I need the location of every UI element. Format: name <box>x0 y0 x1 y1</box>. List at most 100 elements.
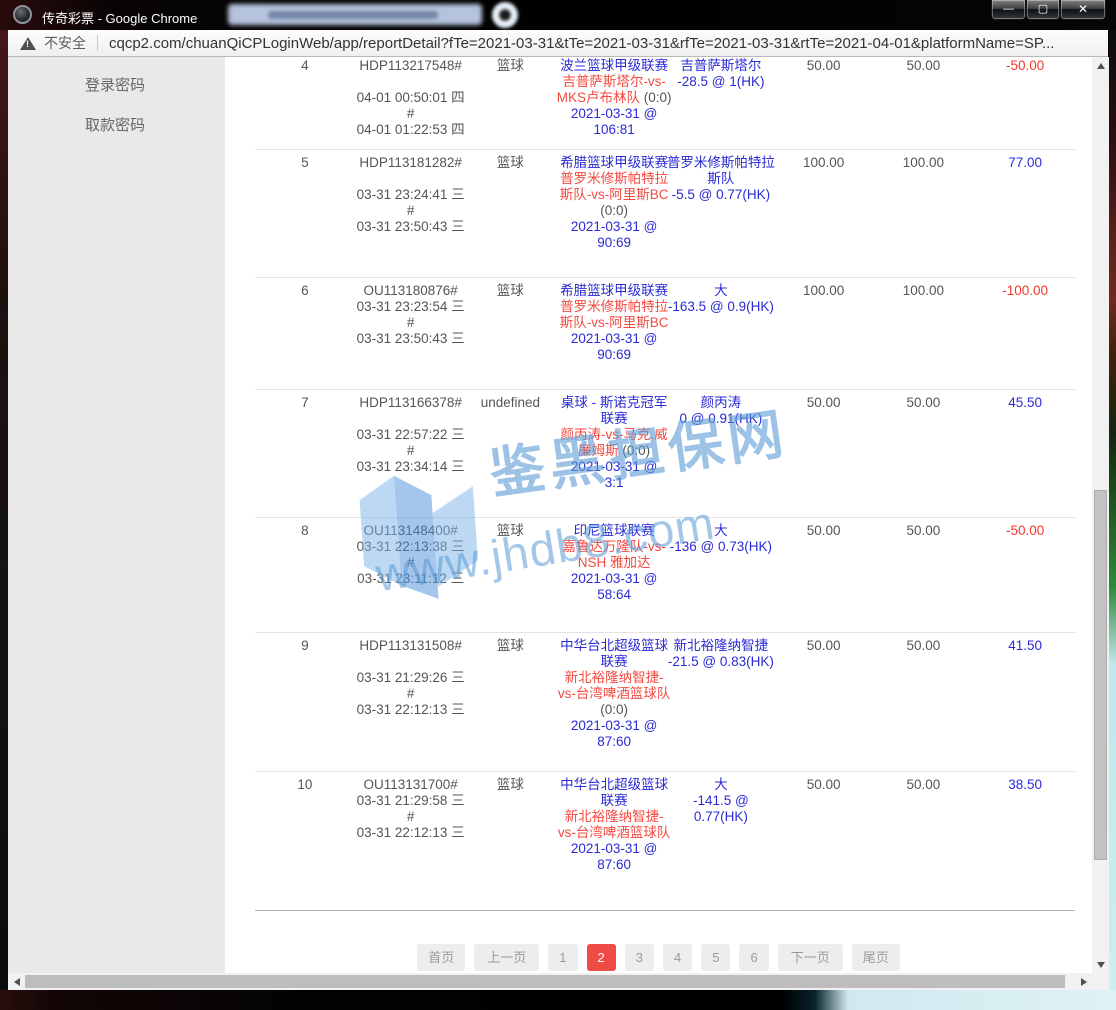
page-button-下一页[interactable]: 下一页 <box>778 944 843 971</box>
row-valid-amount: 50.00 <box>872 523 976 539</box>
scroll-left-arrow[interactable] <box>8 973 25 990</box>
scroll-down-arrow[interactable] <box>1092 956 1109 973</box>
row-bet: 颜丙涛 0 @ 0.91(HK) <box>666 395 776 427</box>
scroll-right-arrow[interactable] <box>1075 973 1092 990</box>
row-order-and-times: OU113148400#03-31 22:13:38 三#03-31 23:11… <box>355 523 467 587</box>
row-result-score: 90:69 <box>556 235 672 251</box>
window-border-bottom <box>0 990 1116 1010</box>
scrollbar-corner <box>1092 973 1109 990</box>
vertical-scrollbar[interactable] <box>1092 57 1109 973</box>
row-bet-amount: 100.00 <box>776 155 872 171</box>
row-order-and-times: HDP113181282# 03-31 23:24:41 三#03-31 23:… <box>355 155 467 235</box>
scroll-up-arrow[interactable] <box>1092 57 1109 74</box>
page-button-上一页[interactable]: 上一页 <box>474 944 539 971</box>
row-bet-selection: 新北裕隆纳智捷 <box>666 638 776 654</box>
page-button-1[interactable]: 1 <box>548 944 577 971</box>
row-result-score: 90:69 <box>556 347 672 363</box>
page-button-2[interactable]: 2 <box>587 944 616 971</box>
sidebar-item-withdraw-password[interactable]: 取款密码 <box>8 106 225 146</box>
sidebar: 登录密码 取款密码 <box>8 57 225 973</box>
row-sport: 篮球 <box>467 777 555 793</box>
row-order-and-times: HDP113217548# 04-01 00:50:01 四#04-01 01:… <box>355 58 467 138</box>
background-window-ghost-text <box>268 11 438 19</box>
window-titlebar: 传奇彩票 - Google Chrome — ▢ ✕ <box>0 0 1116 30</box>
row-order-and-times: OU113131700#03-31 21:29:58 三#03-31 22:12… <box>355 777 467 841</box>
row-bet-selection: 大 <box>666 523 776 539</box>
row-result-date: 2021-03-31 @ <box>556 106 672 122</box>
not-secure-label[interactable]: 不安全 <box>44 33 86 53</box>
page-button-首页[interactable]: 首页 <box>417 944 465 971</box>
row-result-date: 2021-03-31 @ <box>556 459 672 475</box>
row-match-info: 印尼篮球联赛 嘉鲁达万隆队-vs-NSH 雅加达 2021-03-31 @ 58… <box>556 523 672 603</box>
row-match-info: 希腊篮球甲级联赛 普罗米修斯帕特拉斯队-vs-阿里斯BC (0:0) 2021-… <box>556 155 672 251</box>
row-order-and-times: OU113180876#03-31 23:23:54 三#03-31 23:50… <box>355 283 467 347</box>
row-bet: 普罗米修斯帕特拉斯队 -5.5 @ 0.77(HK) <box>666 155 776 203</box>
row-teams: 颜丙涛-vs-马克.威廉姆斯 (0:0) <box>556 427 672 459</box>
page-button-3[interactable]: 3 <box>625 944 654 971</box>
address-bar[interactable]: ! 不安全 cqcp2.com/chuanQiCPLoginWeb/app/re… <box>8 30 1108 57</box>
row-number: 7 <box>255 395 355 411</box>
row-valid-amount: 100.00 <box>872 283 976 299</box>
row-result-date: 2021-03-31 @ <box>556 841 672 857</box>
row-sport: 篮球 <box>467 155 555 171</box>
close-button[interactable]: ✕ <box>1060 0 1106 20</box>
row-number: 4 <box>255 58 355 74</box>
minimize-button[interactable]: — <box>991 0 1026 20</box>
row-bet: 大 -141.5 @ 0.77(HK) <box>666 777 776 825</box>
page-button-5[interactable]: 5 <box>701 944 730 971</box>
table-row: 4 HDP113217548# 04-01 00:50:01 四#04-01 0… <box>255 57 1075 150</box>
row-bet-amount: 50.00 <box>776 395 872 411</box>
window-border-right <box>1109 30 1116 990</box>
horizontal-scrollbar[interactable] <box>8 973 1092 990</box>
row-bet: 大 -136 @ 0.73(HK) <box>666 523 776 555</box>
address-separator <box>97 35 98 51</box>
maximize-button[interactable]: ▢ <box>1026 0 1060 20</box>
table-row: 8 OU113148400#03-31 22:13:38 三#03-31 23:… <box>255 518 1075 633</box>
row-teams: 吉普萨斯塔尔-vs-MKS卢布林队 (0:0) <box>556 74 672 106</box>
page-button-6[interactable]: 6 <box>739 944 768 971</box>
table-row: 5 HDP113181282# 03-31 23:24:41 三#03-31 2… <box>255 150 1075 278</box>
row-league: 中华台北超级篮球联赛 <box>556 638 672 670</box>
horizontal-scrollbar-thumb[interactable] <box>25 975 1065 988</box>
row-result-amount: -50.00 <box>975 523 1075 539</box>
table-row: 9 HDP113131508# 03-31 21:29:26 三#03-31 2… <box>255 633 1075 772</box>
row-bet-amount: 50.00 <box>776 777 872 793</box>
row-bet: 大 -163.5 @ 0.9(HK) <box>666 283 776 315</box>
page-button-尾页[interactable]: 尾页 <box>852 944 900 971</box>
row-teams: 新北裕隆纳智捷-vs-台湾啤酒篮球队 (0:0) <box>556 670 672 718</box>
row-result-amount: 77.00 <box>975 155 1075 171</box>
row-result-amount: -100.00 <box>975 283 1075 299</box>
row-valid-amount: 50.00 <box>872 777 976 793</box>
not-secure-warning-icon[interactable]: ! <box>20 37 36 50</box>
row-match-info: 中华台北超级篮球联赛 新北裕隆纳智捷-vs-台湾啤酒篮球队 2021-03-31… <box>556 777 672 873</box>
row-number: 10 <box>255 777 355 793</box>
row-order-and-times: HDP113131508# 03-31 21:29:26 三#03-31 22:… <box>355 638 467 718</box>
row-league: 波兰篮球甲级联赛 <box>556 58 672 74</box>
row-bet-amount: 50.00 <box>776 58 872 74</box>
row-sport: 篮球 <box>467 58 555 74</box>
row-result-score: 87:60 <box>556 734 672 750</box>
row-result-amount: 41.50 <box>975 638 1075 654</box>
row-bet-selection: 大 <box>666 283 776 299</box>
page-content: 登录密码 取款密码 4 HDP113217548# 04-01 00:50:01… <box>8 57 1092 973</box>
row-valid-amount: 50.00 <box>872 58 976 74</box>
row-result-date: 2021-03-31 @ <box>556 571 672 587</box>
row-match-info: 波兰篮球甲级联赛 吉普萨斯塔尔-vs-MKS卢布林队 (0:0) 2021-03… <box>556 58 672 138</box>
table-row: 10 OU113131700#03-31 21:29:58 三#03-31 22… <box>255 772 1075 911</box>
row-sport: 篮球 <box>467 283 555 299</box>
row-order-and-times: HDP113166378# 03-31 22:57:22 三#03-31 23:… <box>355 395 467 475</box>
row-bet-selection: 颜丙涛 <box>666 395 776 411</box>
page-button-4[interactable]: 4 <box>663 944 692 971</box>
row-bet-amount: 100.00 <box>776 283 872 299</box>
row-number: 8 <box>255 523 355 539</box>
row-valid-amount: 100.00 <box>872 155 976 171</box>
vertical-scrollbar-thumb[interactable] <box>1094 490 1107 860</box>
row-bet-odds: -5.5 @ 0.77(HK) <box>666 187 776 203</box>
row-bet: 吉普萨斯塔尔 -28.5 @ 1(HK) <box>666 58 776 90</box>
table-row: 7 HDP113166378# 03-31 22:57:22 三#03-31 2… <box>255 390 1075 518</box>
row-result-score: 58:64 <box>556 587 672 603</box>
sidebar-item-login-password[interactable]: 登录密码 <box>8 66 225 106</box>
row-league: 印尼篮球联赛 <box>556 523 672 539</box>
url-text[interactable]: cqcp2.com/chuanQiCPLoginWeb/app/reportDe… <box>109 35 1054 52</box>
row-teams: 嘉鲁达万隆队-vs-NSH 雅加达 <box>556 539 672 571</box>
